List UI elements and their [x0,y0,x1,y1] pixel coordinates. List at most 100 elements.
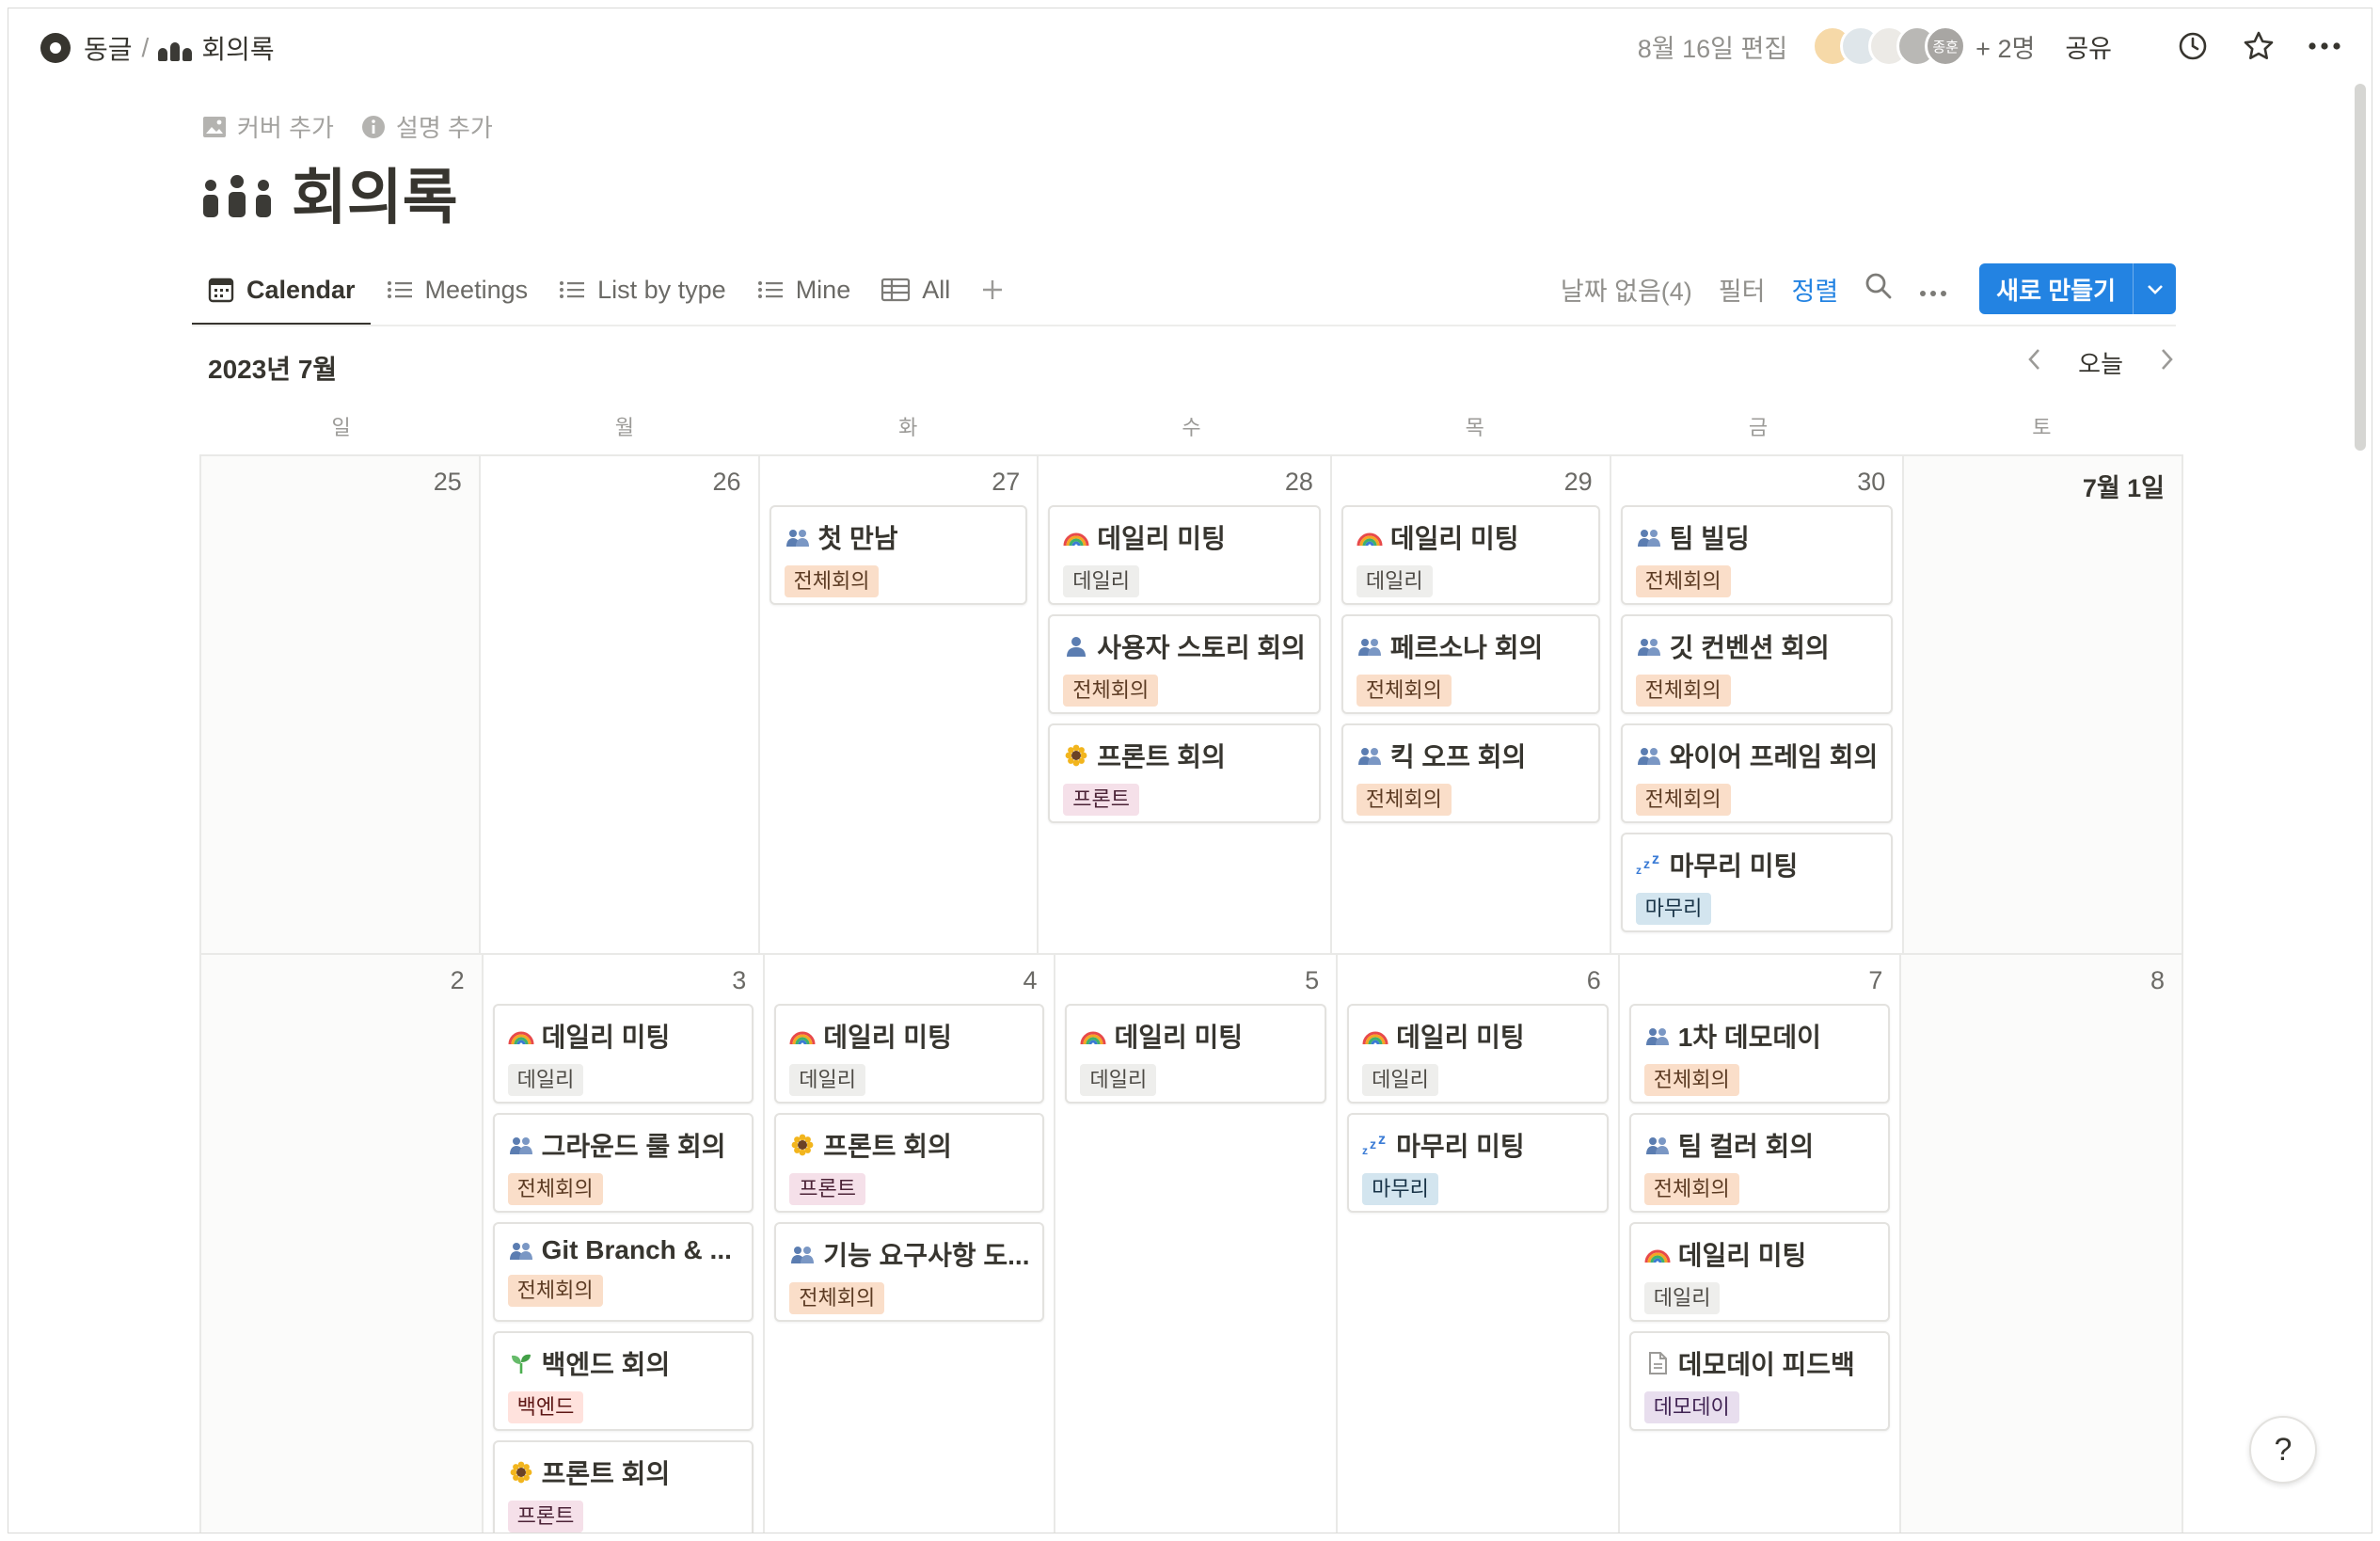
event-card[interactable]: 데모데이 피드백 데모데이 [1628,1331,1891,1431]
event-card[interactable]: 깃 컨벤션 회의 전체회의 [1620,614,1894,714]
event-card[interactable]: 데일리 미팅 데일리 [1341,505,1600,605]
event-tag: 마무리 [1635,893,1712,925]
page-title[interactable]: 회의록 [201,150,458,236]
calendar-day-cell[interactable]: 7월 1일 [1904,456,2184,953]
no-date-button[interactable]: 날짜 없음(4) [1561,271,1692,308]
calendar-day-cell[interactable]: 8 [1901,955,2183,1533]
document-icon [1644,1350,1671,1376]
calendar-day-cell[interactable]: 7 1차 데모데이 전체회의 팀 컬러 회의 전체회의 데일리 미팅 데일리 데모데이 피드백… [1620,955,1902,1533]
add-cover-label: 커버 추가 [237,114,334,142]
tab-label: Meetings [424,275,529,304]
more-icon[interactable] [2306,27,2343,65]
share-button[interactable]: 공유 [2065,28,2112,65]
tab-all[interactable]: All [865,255,965,325]
event-card[interactable]: 백엔드 회의 백엔드 [492,1331,754,1431]
event-card[interactable]: 데일리 미팅 데일리 [774,1004,1045,1104]
event-title: 기능 요구사항 도... [789,1235,1029,1273]
event-card[interactable]: 1차 데모데이 전체회의 [1628,1004,1891,1104]
add-cover-button[interactable]: 커버 추가 [201,109,334,144]
workspace-icon[interactable] [40,33,71,63]
event-card[interactable]: 프론트 회의 프론트 [1048,723,1321,823]
event-card[interactable]: 데일리 미팅 데일리 [492,1004,754,1104]
weekday-label: 일 [331,416,351,439]
chevron-left-icon[interactable] [2025,346,2044,379]
event-title-text: 데일리 미팅 [1396,1023,1525,1052]
more-people-count[interactable]: + 2명 [1975,28,2035,65]
event-card[interactable]: 프론트 회의 프론트 [492,1440,754,1533]
chevron-right-icon[interactable] [2157,346,2176,379]
calendar-day-cell[interactable]: 28 데일리 미팅 데일리 사용자 스토리 회의 전체회의 프론트 회의 프론트 [1039,456,1332,953]
sort-button[interactable]: 정렬 [1791,271,1838,308]
search-icon[interactable] [1864,272,1893,307]
breadcrumb-workspace[interactable]: 동글 [84,29,133,67]
event-card[interactable]: 팀 컬러 회의 전체회의 [1628,1113,1891,1213]
event-card[interactable]: 사용자 스토리 회의 전체회의 [1048,614,1321,714]
calendar-day-cell[interactable]: 26 [481,456,760,953]
event-card[interactable]: 프론트 회의 프론트 [774,1113,1045,1213]
event-card[interactable]: z z z 마무리 미팅마무리 [1620,833,1894,932]
avatar-group[interactable]: 종훈 [1812,25,1967,67]
people-icon [508,1132,534,1158]
event-title-text: 기능 요구사항 도... [823,1241,1030,1270]
calendar-day-cell[interactable]: 6 데일리 미팅 데일리 z z z 마무리 미팅 마무리 [1338,955,1620,1533]
calendar-day-cell[interactable]: 2 [201,955,484,1533]
tab-calendar[interactable]: Calendar [192,255,371,326]
event-title: 프론트 회의 [789,1126,1029,1164]
tab-meetings[interactable]: Meetings [371,255,544,325]
today-button[interactable]: 오늘 [2078,345,2123,380]
star-icon[interactable] [2240,27,2277,65]
calendar-day-cell[interactable]: 29 데일리 미팅 데일리 페르소나 회의 전체회의 킥 오프 회의 전체회의 [1332,456,1611,953]
event-card[interactable]: 데일리 미팅 데일리 [1628,1222,1891,1322]
zzz-icon: zzz [1636,851,1662,878]
event-title-text: 프론트 회의 [541,1459,671,1488]
day-number: 4 [1023,966,1038,994]
avatar[interactable]: 종훈 [1925,25,1967,67]
event-card[interactable]: 팀 빌딩 전체회의 [1620,505,1894,605]
event-card[interactable]: 데일리 미팅 데일리 [1065,1004,1327,1104]
new-button[interactable]: 새로 만들기 [1979,263,2176,314]
add-description-button[interactable]: 설명 추가 [360,109,493,144]
event-card[interactable]: 페르소나 회의 전체회의 [1341,614,1600,714]
rainbow-icon [1357,524,1383,550]
event-tag: 전체회의 [784,565,880,597]
event-tag: 전체회의 [507,1275,603,1307]
scrollbar[interactable] [2355,84,2366,451]
filter-button[interactable]: 필터 [1719,271,1766,308]
event-title: 팀 빌딩 [1636,518,1879,556]
calendar-day-cell[interactable]: 5 데일리 미팅 데일리 [1055,955,1339,1533]
people-icon [1644,1132,1671,1158]
tab-list-by-type[interactable]: List by type [543,255,741,325]
tab-mine[interactable]: Mine [741,255,866,325]
event-card[interactable]: 와이어 프레임 회의 전체회의 [1620,723,1894,823]
calendar-day-cell[interactable]: 25 [201,456,481,953]
breadcrumb-page[interactable]: 회의록 [201,29,274,67]
add-view-button[interactable] [965,255,1031,325]
history-icon[interactable] [2174,27,2212,65]
event-title: 데일리 미팅 [789,1017,1029,1055]
calendar-day-cell[interactable]: 27 첫 만남 전체회의 [760,456,1039,953]
event-card[interactable]: 데일리 미팅 데일리 [1347,1004,1609,1104]
rainbow-icon [1362,1023,1388,1049]
new-button-label[interactable]: 새로 만들기 [1979,263,2133,314]
event-card[interactable]: 그라운드 룰 회의 전체회의 [492,1113,754,1213]
event-title-text: 데모데이 피드백 [1677,1350,1855,1379]
event-card[interactable]: Git Branch & ... 전체회의 [492,1222,754,1322]
calendar-day-cell[interactable]: 30 팀 빌딩 전체회의 깃 컨벤션 회의 전체회의 와이어 프레임 회의 전체회의 z z z 마… [1611,456,1905,953]
event-card[interactable]: 첫 만남 전체회의 [769,505,1028,605]
table-icon [881,278,911,302]
event-card[interactable]: 킥 오프 회의 전체회의 [1341,723,1600,823]
weekday-header: 일 월 화 수 목 금 토 [199,411,2183,441]
calendar-day-cell[interactable]: 4 데일리 미팅 데일리 프론트 회의 프론트 기능 요구사항 도... 전체회의 [765,955,1056,1533]
chevron-down-icon[interactable] [2133,263,2176,314]
view-more-icon[interactable] [1919,275,1947,304]
help-button[interactable]: ? [2249,1416,2317,1484]
event-card[interactable]: 데일리 미팅 데일리 [1048,505,1321,605]
svg-text:z: z [1362,1144,1368,1156]
calendar-day-cell[interactable]: 3 데일리 미팅 데일리 그라운드 룰 회의 전체회의 Git Branch & ... 전… [484,955,766,1533]
event-title: Git Branch & ... [508,1235,739,1265]
event-tag: 데일리 [1643,1282,1721,1314]
event-title: z z z 마무리 미팅 [1636,846,1879,883]
event-card[interactable]: z z z 마무리 미팅 마무리 [1347,1113,1609,1213]
event-card[interactable]: 기능 요구사항 도... 전체회의 [774,1222,1045,1322]
event-tag: 백엔드 [507,1391,584,1423]
